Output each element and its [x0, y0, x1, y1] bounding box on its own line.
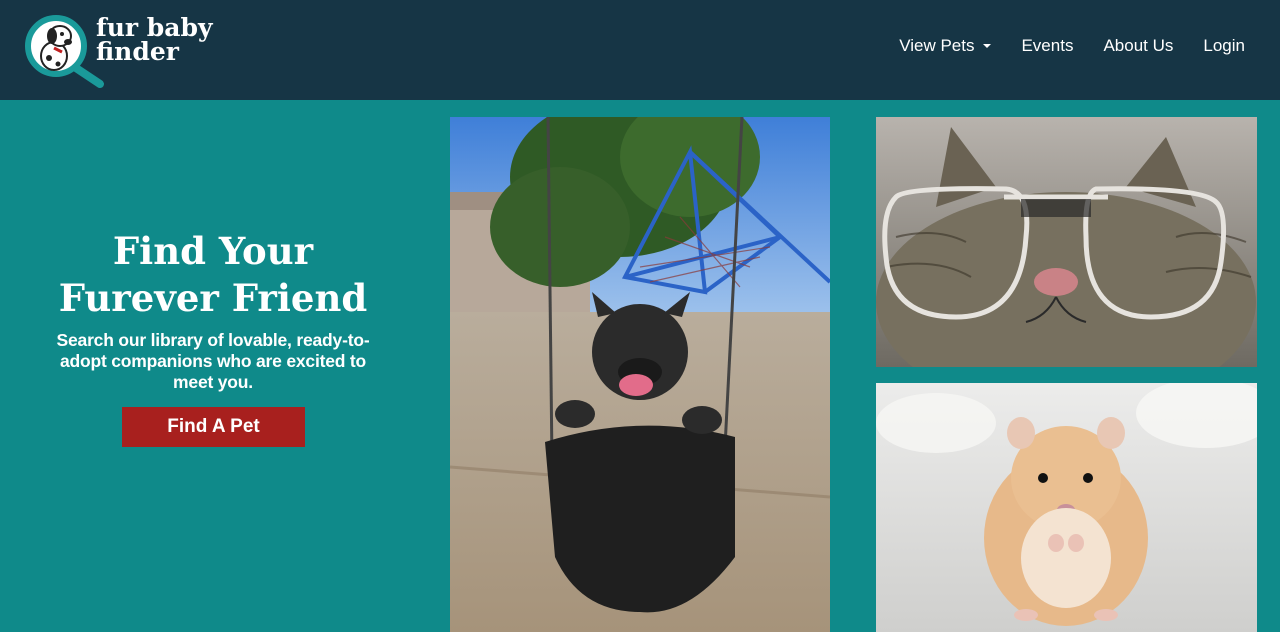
hero-title: Find Your Furever Friend	[40, 228, 386, 322]
nav-view-pets-dropdown[interactable]: View Pets	[899, 36, 992, 56]
hero-title-line2: Furever Friend	[58, 276, 368, 320]
caret-down-icon	[983, 44, 992, 48]
brand-name-line2: finder	[96, 37, 179, 66]
nav-view-pets-label: View Pets	[899, 36, 975, 55]
hero-section: Find Your Furever Friend Search our libr…	[40, 228, 386, 393]
brand-logo[interactable]: fur baby finder	[24, 12, 214, 88]
top-navbar: fur baby finder View Pets Events About U…	[0, 0, 1280, 100]
hamster-photo	[876, 383, 1257, 632]
nav-about-link[interactable]: About Us	[1103, 36, 1173, 56]
hero-subtitle: Search our library of lovable, ready-to-…	[56, 330, 370, 392]
find-a-pet-button[interactable]: Find A Pet	[122, 407, 305, 447]
main-nav: View Pets Events About Us Login	[869, 36, 1245, 56]
dog-swing-photo	[450, 117, 830, 632]
nav-events-link[interactable]: Events	[1021, 36, 1073, 56]
dog-magnifier-icon	[24, 12, 106, 88]
brand-name: fur baby finder	[96, 15, 213, 66]
nav-login-link[interactable]: Login	[1203, 36, 1245, 56]
hero-title-line1: Find Your	[112, 229, 314, 273]
cat-glasses-photo	[876, 117, 1257, 367]
